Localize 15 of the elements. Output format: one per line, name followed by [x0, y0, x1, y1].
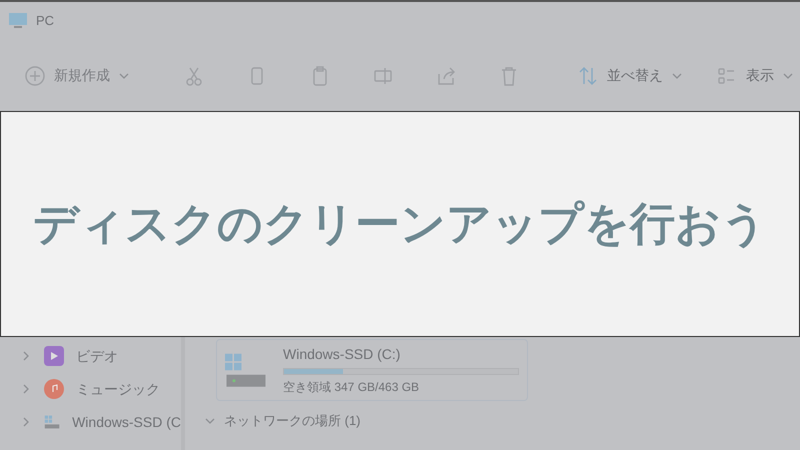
sort-button[interactable]: 並べ替え	[577, 64, 683, 86]
free-space-text: 空き領域 347 GB/463 GB	[283, 379, 420, 396]
sidebar-item[interactable]: ビデオ	[76, 346, 118, 366]
drive-name: Windows-SSD (C:)	[283, 345, 402, 364]
monitor-icon	[8, 12, 28, 30]
section-heading[interactable]: ネットワークの場所 (1)	[224, 411, 360, 430]
sidebar-item[interactable]: Windows-SSD (C	[72, 412, 181, 432]
banner-title: ディスクのクリーンアップを行おう	[33, 196, 767, 252]
drive-tile[interactable]: Windows-SSD (C:) 空き領域 347 GB/463 GB	[216, 339, 528, 401]
sort-arrows-icon	[577, 64, 599, 86]
plus-circle-icon	[24, 64, 46, 86]
window-title: PC	[36, 12, 54, 30]
sidebar-item[interactable]: ミュージック	[76, 378, 160, 400]
view-button[interactable]: 表示	[716, 64, 794, 86]
new-button[interactable]: 新規作成	[24, 64, 130, 86]
